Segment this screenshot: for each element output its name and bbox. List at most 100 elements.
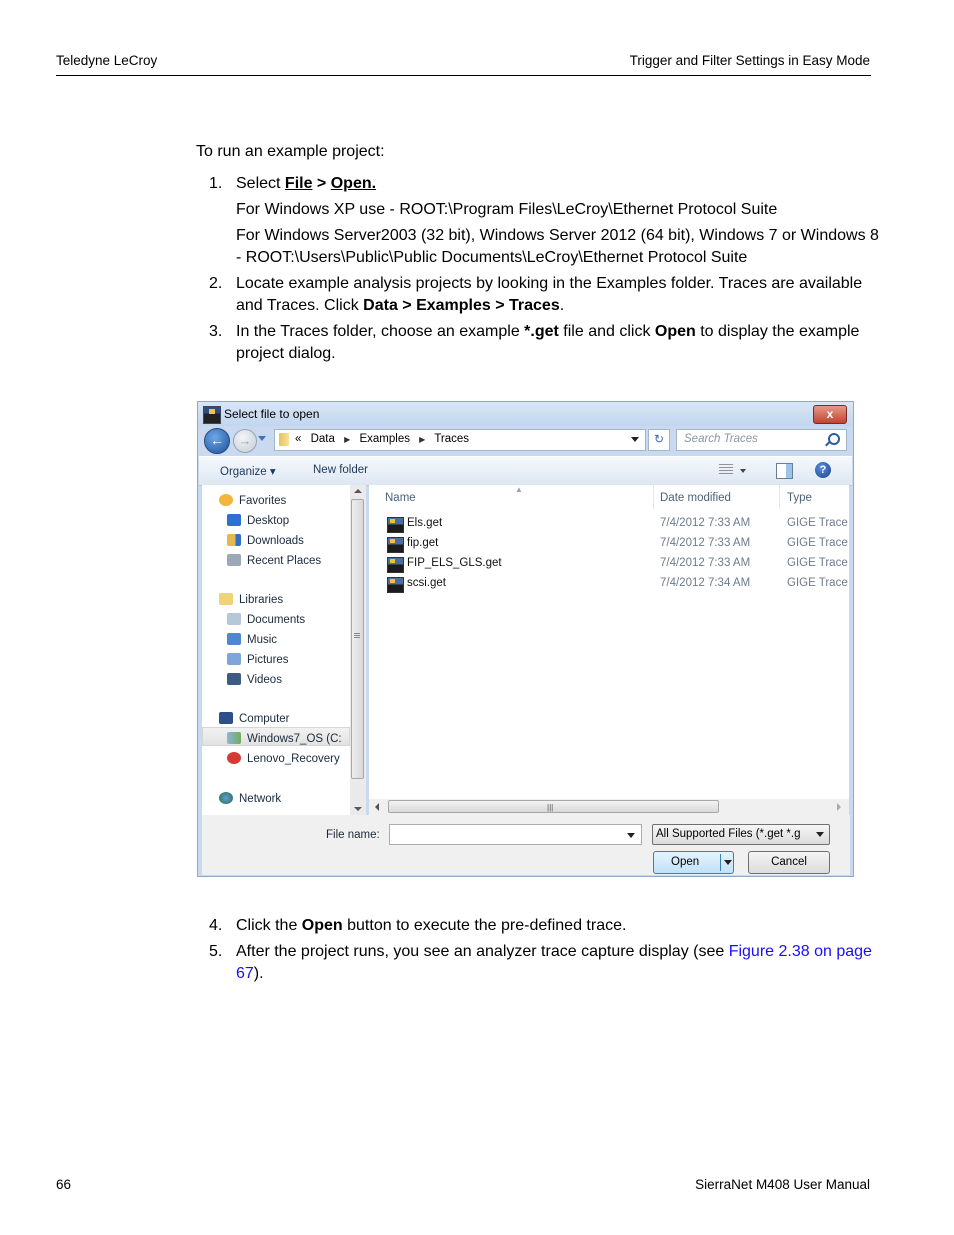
file-extension: *.get [524, 323, 559, 340]
nav-label: Recent Places [247, 555, 322, 567]
file-row[interactable]: fip.get 7/4/2012 7:33 AM GIGE Trace [369, 535, 849, 554]
pictures-icon [227, 653, 241, 665]
nav-item-libraries[interactable]: Libraries [219, 593, 283, 606]
desktop-icon [227, 514, 241, 526]
header-section-title: Trigger and Filter Settings in Easy Mode [629, 53, 870, 68]
file-type: GIGE Trace [787, 517, 848, 529]
nav-item-documents[interactable]: Documents [227, 613, 305, 626]
chevron-right-icon[interactable]: ▶ [419, 435, 425, 444]
app-icon [203, 406, 221, 424]
file-date: 7/4/2012 7:33 AM [660, 537, 751, 549]
chevron-down-icon[interactable] [627, 833, 635, 838]
column-header-name[interactable]: Name [385, 492, 416, 504]
step-number: 3. [209, 323, 223, 340]
scroll-up-icon[interactable] [354, 489, 362, 493]
recent-places-icon [227, 554, 241, 566]
file-row[interactable]: scsi.get 7/4/2012 7:34 AM GIGE Trace [369, 575, 849, 594]
nav-item-downloads[interactable]: Downloads [227, 534, 304, 547]
nav-item-favorites[interactable]: Favorites [219, 494, 286, 507]
step-1-xp-path: For Windows XP use - ROOT:\Program Files… [236, 201, 778, 218]
nav-item-network[interactable]: Network [219, 792, 281, 805]
nav-item-computer[interactable]: Computer [219, 712, 290, 725]
scroll-down-icon[interactable] [354, 807, 362, 811]
menu-path: Data > Examples > Traces [363, 297, 560, 314]
breadcrumb-examples[interactable]: Examples [359, 433, 410, 445]
close-button[interactable]: x [813, 405, 847, 424]
search-input[interactable]: Search Traces [676, 429, 847, 451]
history-dropdown-icon[interactable] [258, 436, 266, 441]
new-folder-button[interactable]: New folder [313, 464, 368, 476]
nav-item-lenovo-recovery[interactable]: Lenovo_Recovery [227, 752, 340, 765]
address-bar[interactable]: « Data ▶ Examples ▶ Traces [274, 429, 646, 451]
nav-pane-scrollbar[interactable] [350, 485, 366, 815]
scrollbar-thumb[interactable] [351, 499, 364, 779]
step-text: file and click [558, 323, 655, 340]
search-icon[interactable] [828, 433, 840, 445]
chevron-down-icon[interactable] [724, 860, 732, 865]
menu-open: Open. [330, 175, 377, 192]
file-type-filter-value: All Supported Files (*.get *.g [656, 828, 801, 840]
step-1: 1. Select File > Open. For Windows XP us… [196, 173, 886, 269]
step-number: 1. [209, 175, 223, 192]
chevron-down-icon[interactable] [740, 469, 746, 473]
nav-item-music[interactable]: Music [227, 633, 277, 646]
scroll-right-icon[interactable] [837, 803, 841, 811]
file-type-filter-select[interactable]: All Supported Files (*.get *.g [652, 824, 830, 845]
breadcrumb-data[interactable]: Data [311, 433, 335, 445]
nav-label: Pictures [247, 654, 289, 666]
forward-button[interactable]: → [233, 429, 257, 453]
nav-item-desktop[interactable]: Desktop [227, 514, 289, 527]
preview-pane-icon[interactable] [776, 463, 793, 479]
cancel-button[interactable]: Cancel [748, 851, 830, 874]
videos-icon [227, 673, 241, 685]
navigation-bar: ← → « Data ▶ Examples ▶ Traces ↻ Search … [198, 427, 853, 454]
file-name-input[interactable] [389, 824, 642, 845]
column-header-date-modified[interactable]: Date modified [660, 492, 731, 504]
open-term: Open [301, 917, 343, 934]
search-placeholder: Search Traces [684, 433, 758, 445]
file-row[interactable]: FIP_ELS_GLS.get 7/4/2012 7:33 AM GIGE Tr… [369, 555, 849, 574]
file-date: 7/4/2012 7:33 AM [660, 557, 751, 569]
nav-item-windows7-os[interactable]: Windows7_OS (C: [227, 732, 342, 745]
breadcrumb-overflow[interactable]: « [295, 433, 301, 445]
column-header-type[interactable]: Type [787, 492, 812, 504]
breadcrumb-traces[interactable]: Traces [434, 433, 469, 445]
open-button[interactable]: Open [653, 851, 734, 874]
back-button[interactable]: ← [204, 428, 230, 454]
step-4: 4. Click the Open button to execute the … [196, 915, 886, 937]
nav-label: Windows7_OS (C: [247, 733, 342, 745]
refresh-button[interactable]: ↻ [648, 429, 670, 451]
step-text: After the project runs, you see an analy… [236, 943, 729, 960]
step-number: 5. [209, 943, 223, 960]
file-list: ▲ Name Date modified Type Els.get 7/4/20… [369, 485, 849, 799]
nav-label: Computer [239, 713, 290, 725]
step-text: Click the [236, 917, 302, 934]
nav-label: Lenovo_Recovery [247, 753, 340, 765]
organize-button[interactable]: Organize ▾ [220, 464, 276, 478]
chevron-down-icon[interactable] [816, 832, 824, 837]
scrollbar-thumb[interactable] [388, 800, 719, 813]
file-list-scrollbar[interactable]: ||| [369, 799, 849, 815]
views-icon[interactable] [719, 464, 733, 476]
column-divider[interactable] [653, 485, 654, 509]
chevron-down-icon[interactable] [631, 437, 639, 442]
step-5: 5. After the project runs, you see an an… [196, 941, 886, 985]
header-rule [56, 75, 871, 76]
column-divider[interactable] [779, 485, 780, 509]
nav-label: Network [239, 793, 282, 805]
nav-label: Videos [247, 674, 282, 686]
nav-item-pictures[interactable]: Pictures [227, 653, 289, 666]
nav-item-videos[interactable]: Videos [227, 673, 282, 686]
file-name: fip.get [407, 537, 439, 549]
trace-file-icon [387, 537, 404, 553]
scroll-left-icon[interactable] [375, 803, 379, 811]
menu-sep: > [312, 175, 331, 192]
chevron-right-icon[interactable]: ▶ [344, 435, 350, 444]
nav-label: Documents [247, 614, 306, 626]
downloads-icon [227, 534, 241, 546]
help-icon[interactable]: ? [815, 462, 831, 478]
nav-item-recent-places[interactable]: Recent Places [227, 554, 321, 567]
file-row[interactable]: Els.get 7/4/2012 7:33 AM GIGE Trace [369, 515, 849, 534]
step-text: In the Traces folder, choose an example [236, 323, 525, 340]
command-toolbar: Organize ▾ New folder ? [199, 456, 852, 486]
